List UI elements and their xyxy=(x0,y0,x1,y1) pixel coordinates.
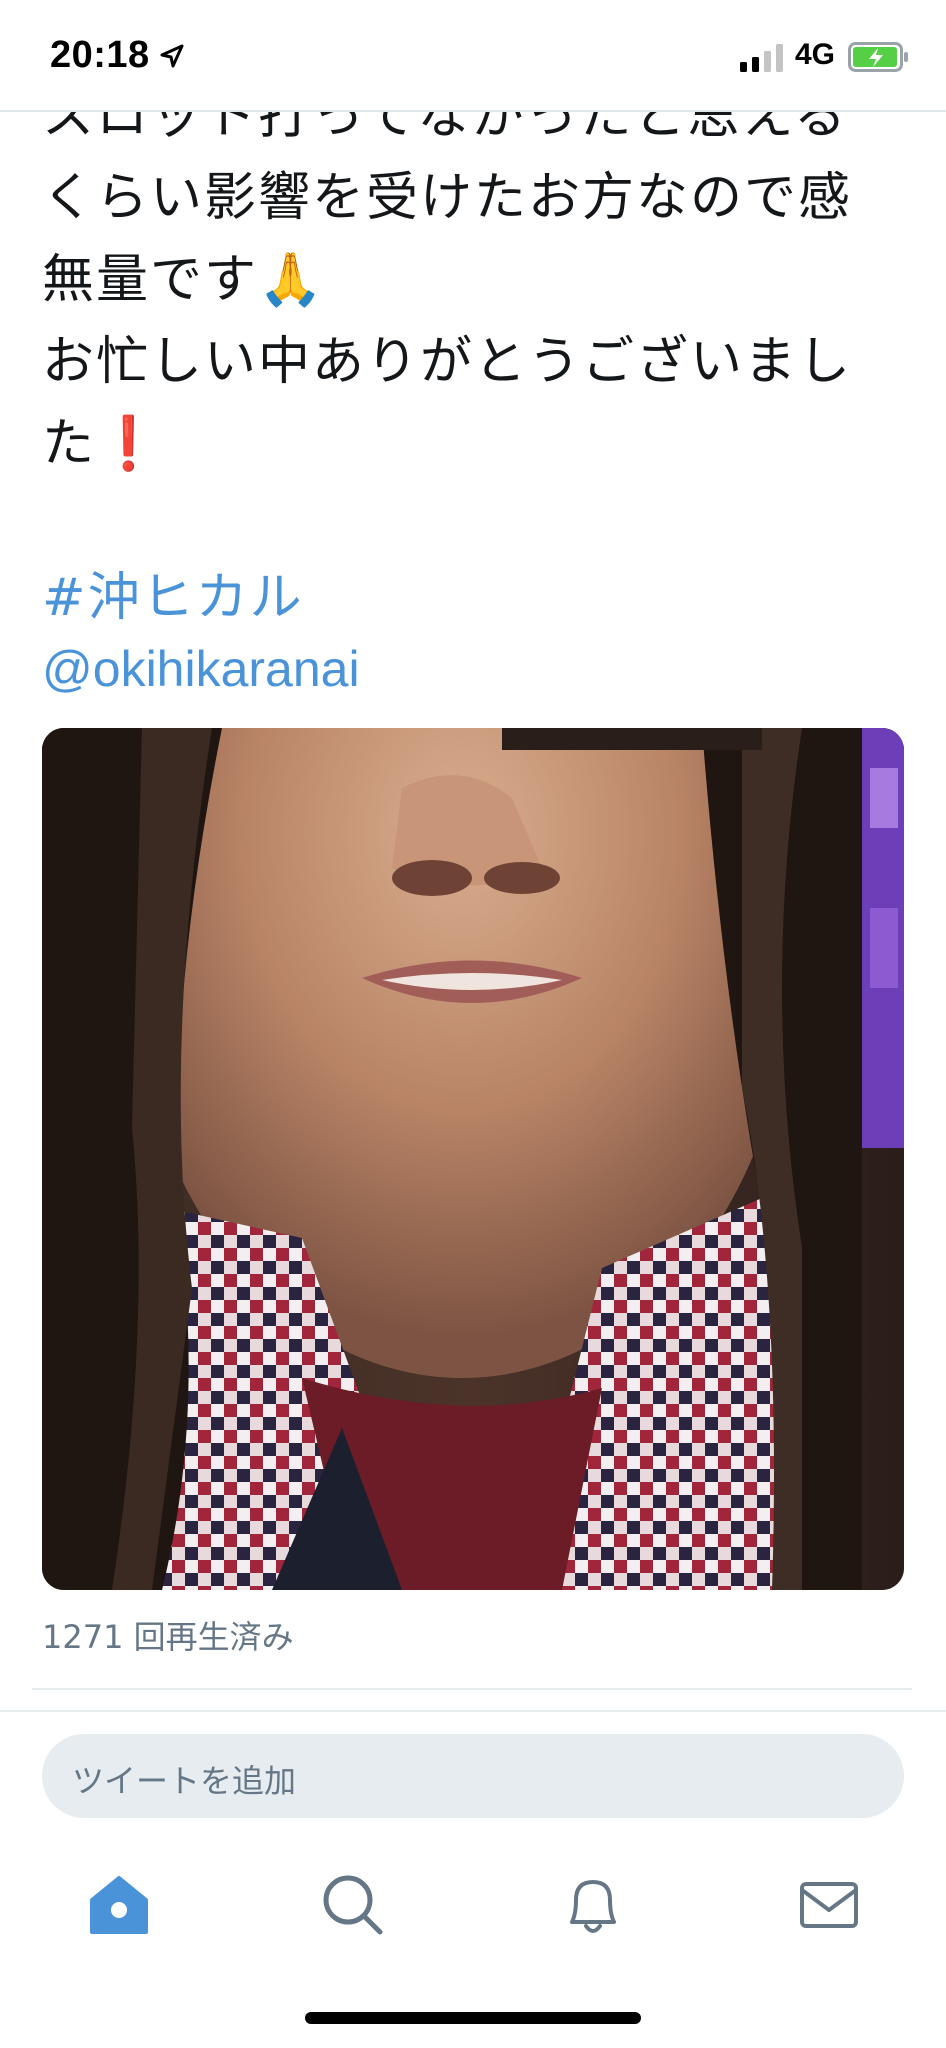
status-bar: 20:18 4G xyxy=(0,0,946,112)
divider xyxy=(32,1688,912,1690)
search-icon xyxy=(323,1875,383,1935)
tab-messages[interactable] xyxy=(794,1870,864,1940)
mention-link[interactable]: @okihikaranai xyxy=(42,640,360,698)
home-icon xyxy=(90,1876,148,1934)
battery-charging-icon xyxy=(848,42,908,72)
bell-icon xyxy=(570,1880,616,1933)
home-indicator[interactable] xyxy=(305,2012,641,2024)
location-arrow-icon xyxy=(160,44,184,68)
reply-input[interactable]: ツイートを追加 xyxy=(42,1734,904,1818)
network-type: 4G xyxy=(795,38,836,71)
mail-icon xyxy=(800,1882,858,1928)
status-time: 20:18 xyxy=(50,34,150,76)
tweet-text: スロット打ってなかったと思える くらい影響を受けたお方なので感 無量です🙏 お忙… xyxy=(42,86,853,474)
screen: スロット打ってなかったと思える くらい影響を受けたお方なので感 無量です🙏 お忙… xyxy=(0,0,946,2048)
video-play-count: 1271 回再生済み xyxy=(42,1618,294,1656)
hashtag-link[interactable]: #沖ヒカル xyxy=(42,555,304,630)
tab-home[interactable] xyxy=(84,1870,154,1940)
header-divider xyxy=(0,110,946,112)
video-player[interactable] xyxy=(42,728,904,1590)
bottom-tab-bar xyxy=(0,1840,946,1970)
reply-input-placeholder: ツイートを追加 xyxy=(72,1762,297,1800)
tab-search[interactable] xyxy=(318,1870,388,1940)
divider xyxy=(0,1710,946,1712)
tab-notifications[interactable] xyxy=(558,1870,628,1940)
video-frame-image xyxy=(42,728,904,1590)
signal-icon xyxy=(740,44,783,72)
